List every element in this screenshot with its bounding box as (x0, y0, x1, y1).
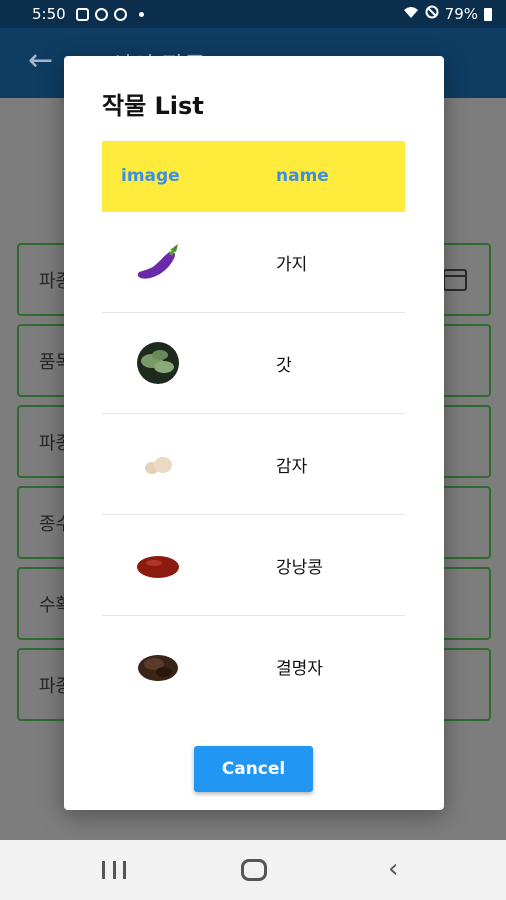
column-header-name: name (276, 166, 329, 186)
back-icon[interactable]: ‹ (388, 856, 398, 882)
sync-notification-icon (113, 7, 127, 21)
notification-icons (75, 7, 144, 21)
crop-row-cassia[interactable]: 결명자 (102, 616, 405, 717)
crop-row-mustard[interactable]: 갓 (102, 313, 405, 414)
crop-name: 감자 (276, 457, 308, 477)
eggplant-image (132, 240, 184, 284)
status-bar: 5:50 79% (0, 0, 506, 28)
crop-row-kidney-bean[interactable]: 강낭콩 (102, 515, 405, 616)
crop-list-dialog: 작물 List image name 가지 갓 감자 강낭콩 결명자 Cance… (64, 56, 444, 810)
home-icon[interactable] (241, 859, 267, 881)
crop-row-eggplant[interactable]: 가지 (102, 212, 405, 313)
gallery-notification-icon (75, 7, 89, 21)
crop-name: 결명자 (276, 659, 323, 679)
potato-image (132, 442, 184, 486)
do-not-disturb-icon (425, 5, 439, 23)
dialog-title: 작물 List (102, 92, 204, 120)
calendar-icon[interactable] (443, 269, 467, 291)
mustard-leaf-image (132, 341, 184, 385)
column-header-image: image (121, 166, 180, 186)
crop-name: 가지 (276, 255, 308, 275)
wifi-icon (403, 5, 419, 23)
app-notification-icon (94, 7, 108, 21)
cancel-button[interactable]: Cancel (194, 746, 313, 792)
system-nav-bar: ‹ (0, 840, 506, 900)
crop-name: 강낭콩 (276, 558, 323, 578)
back-arrow-icon[interactable]: ← (28, 46, 53, 76)
crop-row-potato[interactable]: 감자 (102, 414, 405, 515)
status-time: 5:50 (32, 5, 66, 23)
battery-percent: 79% (444, 5, 478, 23)
table-header: image name (102, 141, 405, 212)
battery-icon (484, 7, 492, 21)
cassia-seed-image (132, 644, 184, 688)
more-notifications-dot-icon (138, 11, 144, 17)
recents-icon[interactable] (102, 861, 126, 879)
crop-name: 갓 (276, 356, 292, 376)
kidney-bean-image (132, 543, 184, 587)
